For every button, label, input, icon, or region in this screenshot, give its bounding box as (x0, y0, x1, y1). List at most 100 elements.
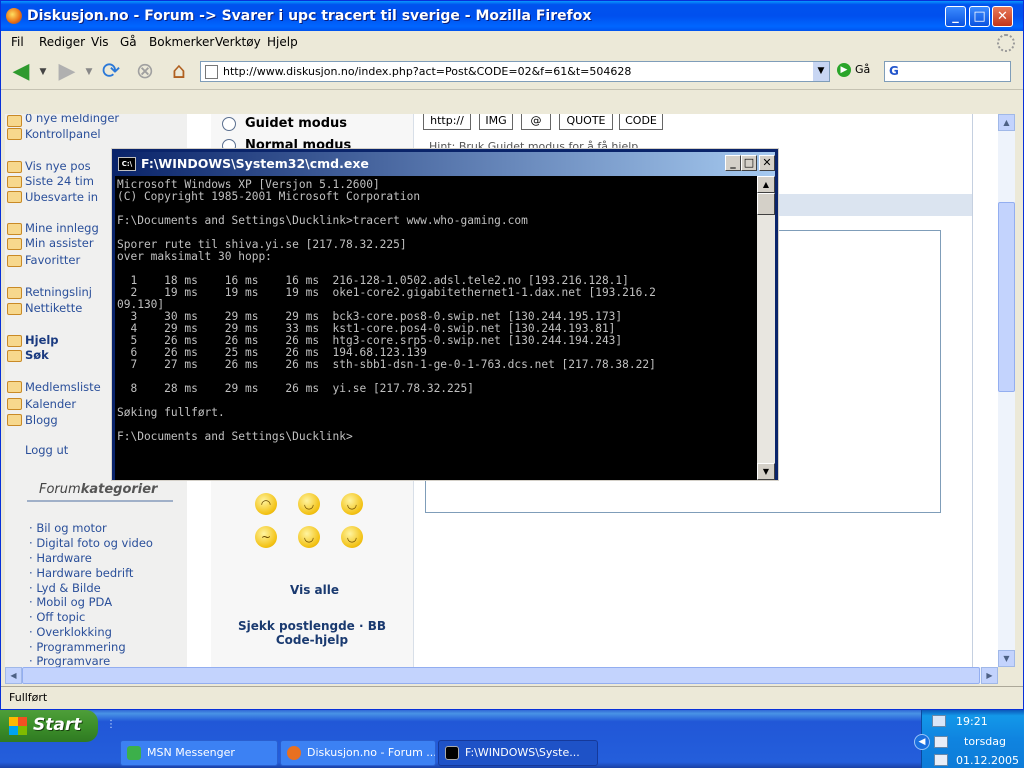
url-dropdown-icon[interactable]: ▼ (813, 62, 829, 81)
reload-icon[interactable]: ⟳ (97, 58, 125, 86)
cmd-window[interactable]: C:\ F:\WINDOWS\System32\cmd.exe _ □ ✕ Mi… (112, 149, 778, 480)
cmd-line: F:\Documents and Settings\Ducklink> (117, 430, 353, 443)
search-box[interactable]: G (884, 61, 1011, 82)
menu-rediger[interactable]: Rediger (39, 35, 85, 49)
go-button[interactable]: ▶ Gå (837, 63, 870, 77)
start-label: Start (33, 715, 82, 735)
show-hidden-icons-button[interactable]: ◀ (914, 734, 930, 750)
cmd-maximize-button[interactable]: □ (741, 155, 757, 171)
smiley-wink-icon[interactable]: ◡ (341, 526, 363, 548)
cmd-close-button[interactable]: ✕ (759, 155, 775, 171)
category-link[interactable]: · Overklokking (29, 625, 112, 639)
sidebar-item-guidelines[interactable]: Retningslinj (25, 285, 92, 299)
firefox-title-bar[interactable]: Diskusjon.no - Forum -> Svarer i upc tra… (1, 1, 1023, 31)
code-tag-button[interactable]: CODE (619, 114, 663, 130)
forward-arrow-icon[interactable]: ▶ (53, 58, 81, 86)
back-arrow-icon[interactable]: ◀ (7, 58, 35, 86)
smiley-confused-icon[interactable]: ~ (255, 526, 277, 548)
sidebar-item-control-panel[interactable]: Kontrollpanel (25, 127, 101, 141)
maximize-button[interactable]: □ (969, 6, 990, 27)
start-button[interactable]: Start (0, 710, 98, 742)
cmd-scroll-thumb[interactable] (757, 193, 775, 215)
menu-fil[interactable]: Fil (11, 35, 24, 49)
taskbar-item-cmd[interactable]: F:\WINDOWS\Syste... (438, 740, 598, 766)
img-tag-button[interactable]: IMG (479, 114, 513, 130)
cmd-minimize-button[interactable]: _ (725, 155, 741, 171)
sidebar-item-favorites[interactable]: Favoritter (25, 253, 80, 267)
menu-bar: Fil Rediger Vis Gå Bokmerker Verktøy Hje… (1, 31, 1023, 53)
sidebar-item-search[interactable]: Søk (25, 348, 49, 362)
category-link[interactable]: · Lyd & Bilde (29, 581, 101, 595)
show-all-smileys-link[interactable]: Vis alle (290, 583, 339, 597)
sidebar-item-unanswered[interactable]: Ubesvarte in (25, 190, 98, 204)
category-link[interactable]: · Off topic (29, 610, 85, 624)
sidebar-item-netiquette[interactable]: Nettikette (25, 301, 82, 315)
stop-icon[interactable]: ⊗ (131, 58, 159, 86)
quote-tag-button[interactable]: QUOTE (559, 114, 613, 130)
sidebar-item-my-assistant[interactable]: Min assister (25, 236, 94, 250)
taskbar-item-msn[interactable]: MSN Messenger (120, 740, 278, 766)
menu-verktoy[interactable]: Verktøy (215, 35, 261, 49)
go-label: Gå (855, 63, 871, 76)
clock-time[interactable]: 19:21 (956, 715, 988, 728)
category-link[interactable]: · Digital foto og video (29, 536, 153, 550)
logout-link[interactable]: Logg ut (25, 443, 68, 457)
scroll-down-icon[interactable]: ▼ (998, 650, 1015, 667)
category-link[interactable]: · Programvare (29, 654, 110, 667)
check-length-link[interactable]: Sjekk postlengde · BB Code-hjelp (237, 619, 387, 647)
url-tag-button[interactable]: http:// (423, 114, 471, 130)
cmd-line: 8 28 ms 29 ms 26 ms yi.se [217.78.32.225… (117, 382, 474, 395)
scroll-left-icon[interactable]: ◀ (5, 667, 22, 684)
category-link[interactable]: · Bil og motor (29, 521, 107, 535)
cmd-title-bar[interactable]: C:\ F:\WINDOWS\System32\cmd.exe _ □ ✕ (115, 152, 775, 176)
category-link[interactable]: · Mobil og PDA (29, 595, 112, 609)
back-dropdown-icon[interactable]: ▼ (37, 58, 49, 86)
guided-mode-radio[interactable] (222, 117, 236, 131)
category-link[interactable]: · Hardware (29, 551, 92, 565)
horizontal-scrollbar[interactable]: ◀ ▶ (5, 667, 998, 684)
minimize-button[interactable]: _ (945, 6, 966, 27)
calendar-small-icon (7, 176, 22, 188)
vertical-scrollbar[interactable]: ▲ ▼ (998, 114, 1015, 667)
my-posts-icon (7, 223, 22, 235)
url-bar[interactable]: http://www.diskusjon.no/index.php?act=Po… (200, 61, 830, 82)
sidebar-item-members[interactable]: Medlemsliste (25, 380, 101, 394)
forward-dropdown-icon[interactable]: ▼ (83, 58, 95, 86)
smiley-cheer-icon[interactable]: ◡ (341, 493, 363, 515)
taskbar-item-firefox[interactable]: Diskusjon.no - Forum ... (280, 740, 436, 766)
network-tray-icon[interactable] (934, 736, 948, 748)
cmd-scroll-down-icon[interactable]: ▼ (757, 463, 775, 480)
menu-vis[interactable]: Vis (91, 35, 109, 49)
sidebar-item-new-messages[interactable]: 0 nye meldinger (25, 114, 119, 125)
sidebar-item-new-posts[interactable]: Vis nye pos (25, 159, 91, 173)
menu-hjelp[interactable]: Hjelp (267, 35, 298, 49)
close-button[interactable]: ✕ (992, 6, 1013, 27)
horizontal-scroll-thumb[interactable] (22, 667, 980, 684)
monitor-tray-icon[interactable] (932, 715, 946, 727)
smiley-icon[interactable]: ◠ (255, 493, 277, 515)
category-link[interactable]: · Hardware bedrift (29, 566, 133, 580)
smiley-smile-icon[interactable]: ◡ (298, 526, 320, 548)
scroll-up-icon[interactable]: ▲ (998, 114, 1015, 131)
cmd-scroll-up-icon[interactable]: ▲ (757, 176, 775, 193)
vertical-scroll-thumb[interactable] (998, 202, 1015, 392)
status-bar: Fullført (1, 686, 1023, 708)
sidebar-item-calendar[interactable]: Kalender (25, 397, 76, 411)
scroll-right-icon[interactable]: ▶ (981, 667, 998, 684)
menu-bokmerker[interactable]: Bokmerker (149, 35, 214, 49)
guided-mode-label: Guidet modus (245, 116, 348, 131)
home-icon[interactable]: ⌂ (165, 58, 193, 86)
sidebar-item-help[interactable]: Hjelp (25, 333, 59, 347)
sidebar-item-my-posts[interactable]: Mine innlegg (25, 221, 99, 235)
url-text: http://www.diskusjon.no/index.php?act=Po… (223, 65, 632, 78)
sidebar-item-blog[interactable]: Blogg (25, 413, 58, 427)
sidebar-item-last-24h[interactable]: Siste 24 tim (25, 174, 94, 188)
category-link[interactable]: · Programmering (29, 640, 126, 654)
menu-ga[interactable]: Gå (120, 35, 137, 49)
messenger-tray-icon[interactable] (934, 754, 948, 766)
cmd-scrollbar[interactable]: ▲ ▼ (757, 176, 775, 480)
cmd-output[interactable]: Microsoft Windows XP [Versjon 5.1.2600](… (115, 176, 757, 480)
email-tag-button[interactable]: @ (521, 114, 551, 130)
guidelines-icon (7, 287, 22, 299)
smiley-thumbsup-icon[interactable]: ◡ (298, 493, 320, 515)
